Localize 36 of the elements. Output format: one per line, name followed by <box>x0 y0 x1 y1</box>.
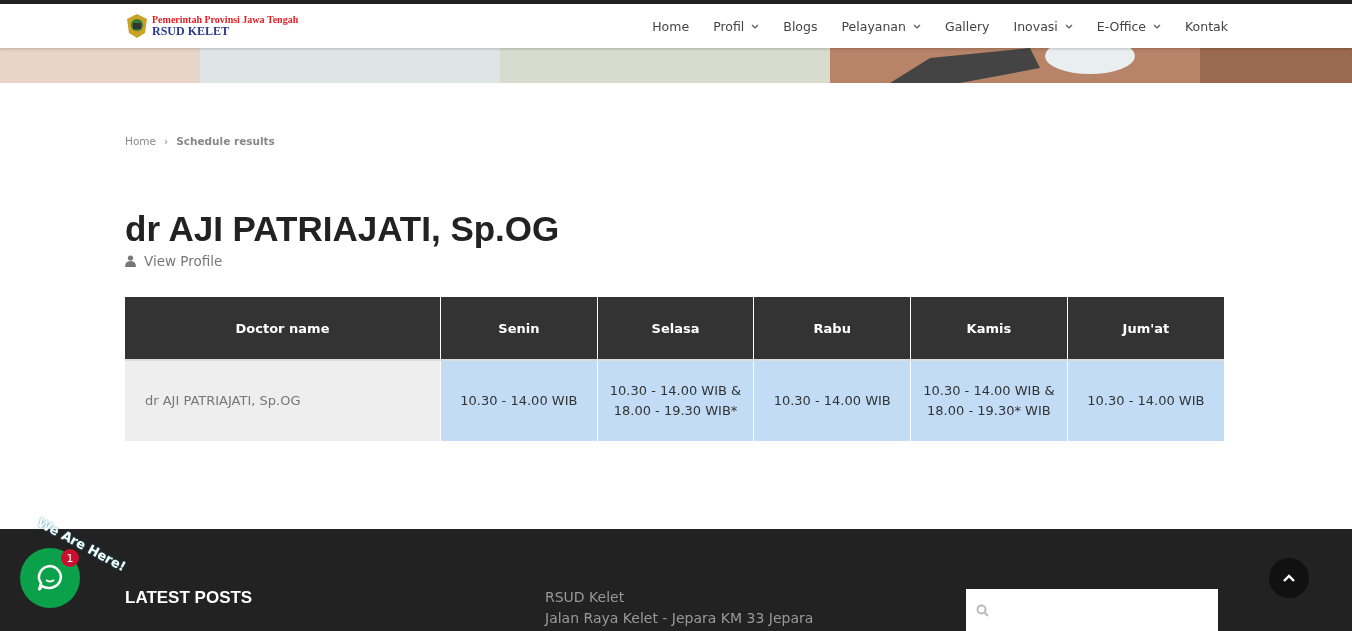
nav-link[interactable]: Kontak <box>1185 18 1228 34</box>
logo-title: RSUD KELET <box>152 25 231 37</box>
nav-link[interactable]: Profil <box>713 18 760 34</box>
caret-up-icon <box>1283 574 1295 582</box>
emblem-icon <box>125 13 149 39</box>
search-field[interactable] <box>966 589 1218 631</box>
breadcrumb-separator: › <box>164 135 169 147</box>
column-header: Selasa <box>597 297 754 360</box>
breadcrumb-link[interactable]: Home <box>125 135 156 147</box>
table-cell: 10.30 - 14.00 WIB & 18.00 - 19.30* WIB <box>910 360 1068 441</box>
view-profile-link[interactable]: View Profile <box>144 253 223 269</box>
address-line: Jalan Raya Kelet - Jepara KM 33 Jepara <box>545 609 814 628</box>
nav-link[interactable]: Gallery <box>944 18 990 34</box>
column-header: Senin <box>440 297 598 360</box>
column-header: Rabu <box>753 297 911 360</box>
nav-link[interactable]: Blogs <box>783 18 818 34</box>
nav-link[interactable]: Pelayanan <box>841 18 921 34</box>
column-header: Jum'at <box>1067 297 1224 360</box>
logo-subtitle: Pemerintah Provinsi Jawa Tengah <box>152 15 299 25</box>
scroll-top-button[interactable] <box>1269 558 1309 598</box>
table-cell: 10.30 - 14.00 WIB <box>753 360 911 441</box>
footer-heading: LATEST POSTS <box>125 588 254 609</box>
table-cell: 10.30 - 14.00 WIB <box>1067 360 1224 441</box>
column-header: Kamis <box>910 297 1068 360</box>
nav-link[interactable]: Inovasi <box>1013 18 1073 34</box>
nav-link[interactable]: Home <box>652 18 690 34</box>
table-cell: 10.30 - 14.00 WIB <box>440 360 598 441</box>
breadcrumb-link[interactable]: Schedule results <box>176 135 275 147</box>
table-cell: dr AJI PATRIAJATI, Sp.OG <box>125 360 441 441</box>
doctor-name-title: dr AJI PATRIAJATI, Sp.OG <box>125 209 561 249</box>
column-header: Doctor name <box>125 297 441 360</box>
address-line: RSUD Kelet <box>545 588 626 607</box>
doctor-icon <box>125 255 136 267</box>
nav-link[interactable]: E-Office <box>1096 18 1162 34</box>
search-icon <box>976 603 989 617</box>
table-cell: 10.30 - 14.00 WIB & 18.00 - 19.30 WIB* <box>597 360 754 441</box>
